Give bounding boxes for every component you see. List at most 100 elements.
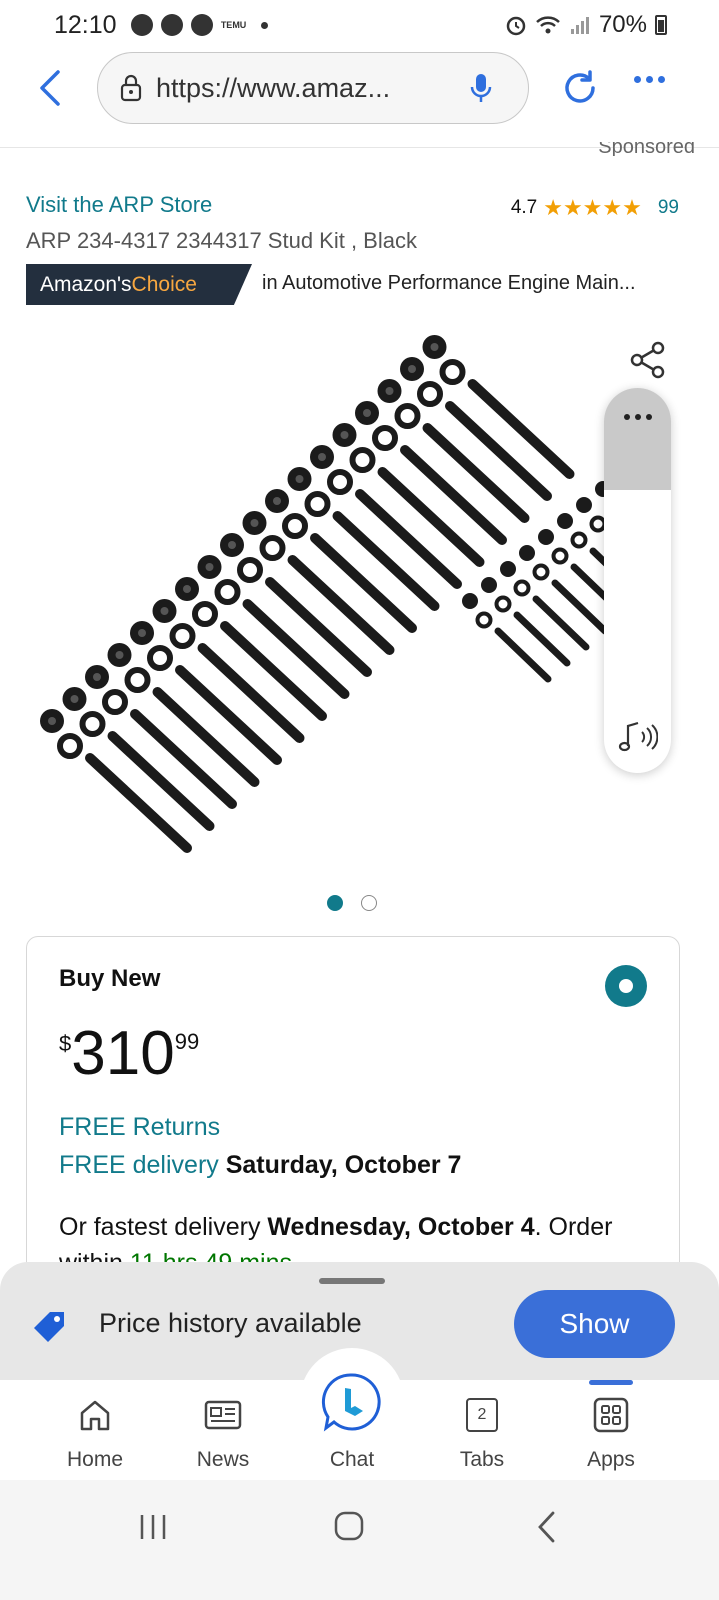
more-notifications-icon — [260, 21, 268, 29]
nut-center — [160, 607, 169, 615]
pager-dot[interactable] — [361, 895, 377, 911]
rating-stars: ★★★★★ — [543, 195, 642, 220]
nav-tabs[interactable]: 2 Tabs — [432, 1394, 532, 1472]
nut-center — [408, 365, 416, 373]
free-delivery-link[interactable]: FREE delivery — [59, 1151, 219, 1179]
nut-center — [138, 629, 146, 637]
nav-apps[interactable]: Apps — [561, 1394, 661, 1472]
temu-icon: TEMU — [220, 19, 247, 30]
nut-center — [318, 453, 326, 461]
microphone-button[interactable] — [470, 73, 492, 110]
image-pager[interactable] — [327, 895, 377, 911]
stud — [220, 621, 327, 721]
nav-chat[interactable]: Chat — [302, 1368, 402, 1472]
stud — [107, 731, 215, 831]
home-icon — [80, 1400, 110, 1431]
washer — [237, 557, 263, 583]
price-whole: 310 — [71, 1019, 175, 1088]
address-bar[interactable]: https://www.amaz... — [97, 52, 529, 124]
stud — [422, 423, 530, 523]
side-panel[interactable] — [604, 388, 671, 773]
sponsored-label: Sponsored — [598, 142, 695, 156]
side-panel-more-button[interactable] — [604, 388, 671, 490]
dot — [658, 76, 665, 83]
small-washer — [589, 515, 607, 533]
store-link[interactable]: Visit the ARP Store — [26, 192, 212, 218]
wifi-icon — [536, 16, 560, 34]
show-button[interactable]: Show — [514, 1290, 675, 1358]
nut-center — [295, 475, 304, 483]
price-symbol: $ — [59, 1031, 72, 1056]
nut-center — [385, 387, 394, 395]
washer — [282, 513, 308, 539]
stud — [287, 555, 395, 655]
lock-icon — [120, 74, 142, 102]
alarm-icon — [506, 16, 526, 36]
nav-tabs-label: Tabs — [459, 1448, 505, 1471]
nav-home[interactable]: Home — [45, 1394, 145, 1472]
nut-center — [228, 541, 236, 549]
system-navigation-bar — [0, 1480, 719, 1600]
share-button[interactable] — [628, 340, 668, 385]
nut-center — [273, 497, 281, 505]
stud — [355, 489, 462, 589]
dot — [634, 76, 641, 83]
more-menu-button[interactable] — [634, 76, 665, 83]
washer — [372, 425, 398, 451]
badge-text: Amazon's — [40, 272, 132, 296]
back-system-icon[interactable] — [536, 1510, 558, 1544]
buy-new-radio[interactable] — [605, 965, 647, 1007]
nut-center — [205, 563, 214, 571]
home-system-icon[interactable] — [333, 1510, 365, 1542]
free-returns-link[interactable]: FREE Returns — [59, 1113, 220, 1142]
nav-news[interactable]: News — [173, 1394, 273, 1472]
badge-category[interactable]: in Automotive Performance Engine Main... — [262, 272, 682, 295]
small-nut — [500, 561, 516, 577]
rating[interactable]: 4.7 ★★★★★ 99 — [511, 195, 679, 221]
refresh-icon — [565, 70, 595, 103]
small-nut — [519, 545, 535, 561]
status-bar: 12:10 TEMU 70% — [0, 0, 719, 50]
fastest-date: Wednesday, October 4 — [267, 1213, 535, 1241]
battery-percent: 70% — [598, 11, 647, 38]
washer — [124, 667, 151, 693]
nav-news-label: News — [196, 1448, 250, 1471]
rating-count[interactable]: 99 — [658, 197, 679, 219]
stud — [310, 533, 417, 633]
clock: 12:10 — [54, 10, 117, 39]
small-nut — [557, 513, 573, 529]
stud — [332, 511, 440, 611]
washer — [147, 645, 173, 671]
signal-icon — [570, 17, 589, 34]
product-title: ARP 234-4317 2344317 Stud Kit , Black — [26, 228, 417, 253]
nut-center — [430, 343, 439, 351]
stud — [467, 379, 575, 479]
stud — [175, 665, 282, 765]
sheet-handle[interactable] — [319, 1278, 385, 1284]
washer — [57, 733, 83, 759]
refresh-button[interactable] — [560, 68, 600, 113]
washer — [102, 689, 128, 715]
share-icon — [630, 341, 665, 379]
tabs-icon: 2 — [466, 1398, 498, 1432]
stud — [265, 577, 372, 677]
read-aloud-button[interactable] — [618, 720, 659, 759]
small-nut — [576, 497, 592, 513]
washer — [192, 601, 218, 627]
recents-icon[interactable] — [138, 1512, 168, 1542]
read-aloud-icon — [618, 721, 659, 752]
messenger-icon — [190, 14, 213, 36]
battery-icon — [655, 15, 667, 35]
nut-center — [363, 409, 371, 417]
washer — [304, 491, 331, 517]
product-image[interactable] — [30, 318, 610, 878]
washer — [259, 535, 286, 561]
washer — [439, 359, 466, 385]
pager-dot-active[interactable] — [327, 895, 343, 911]
small-washer — [494, 595, 512, 613]
back-button[interactable] — [30, 68, 70, 108]
tabs-count: 2 — [477, 1406, 487, 1423]
price-tag-icon — [32, 1308, 68, 1349]
free-delivery-date: Saturday, October 7 — [225, 1151, 462, 1179]
nut-center — [115, 651, 124, 659]
